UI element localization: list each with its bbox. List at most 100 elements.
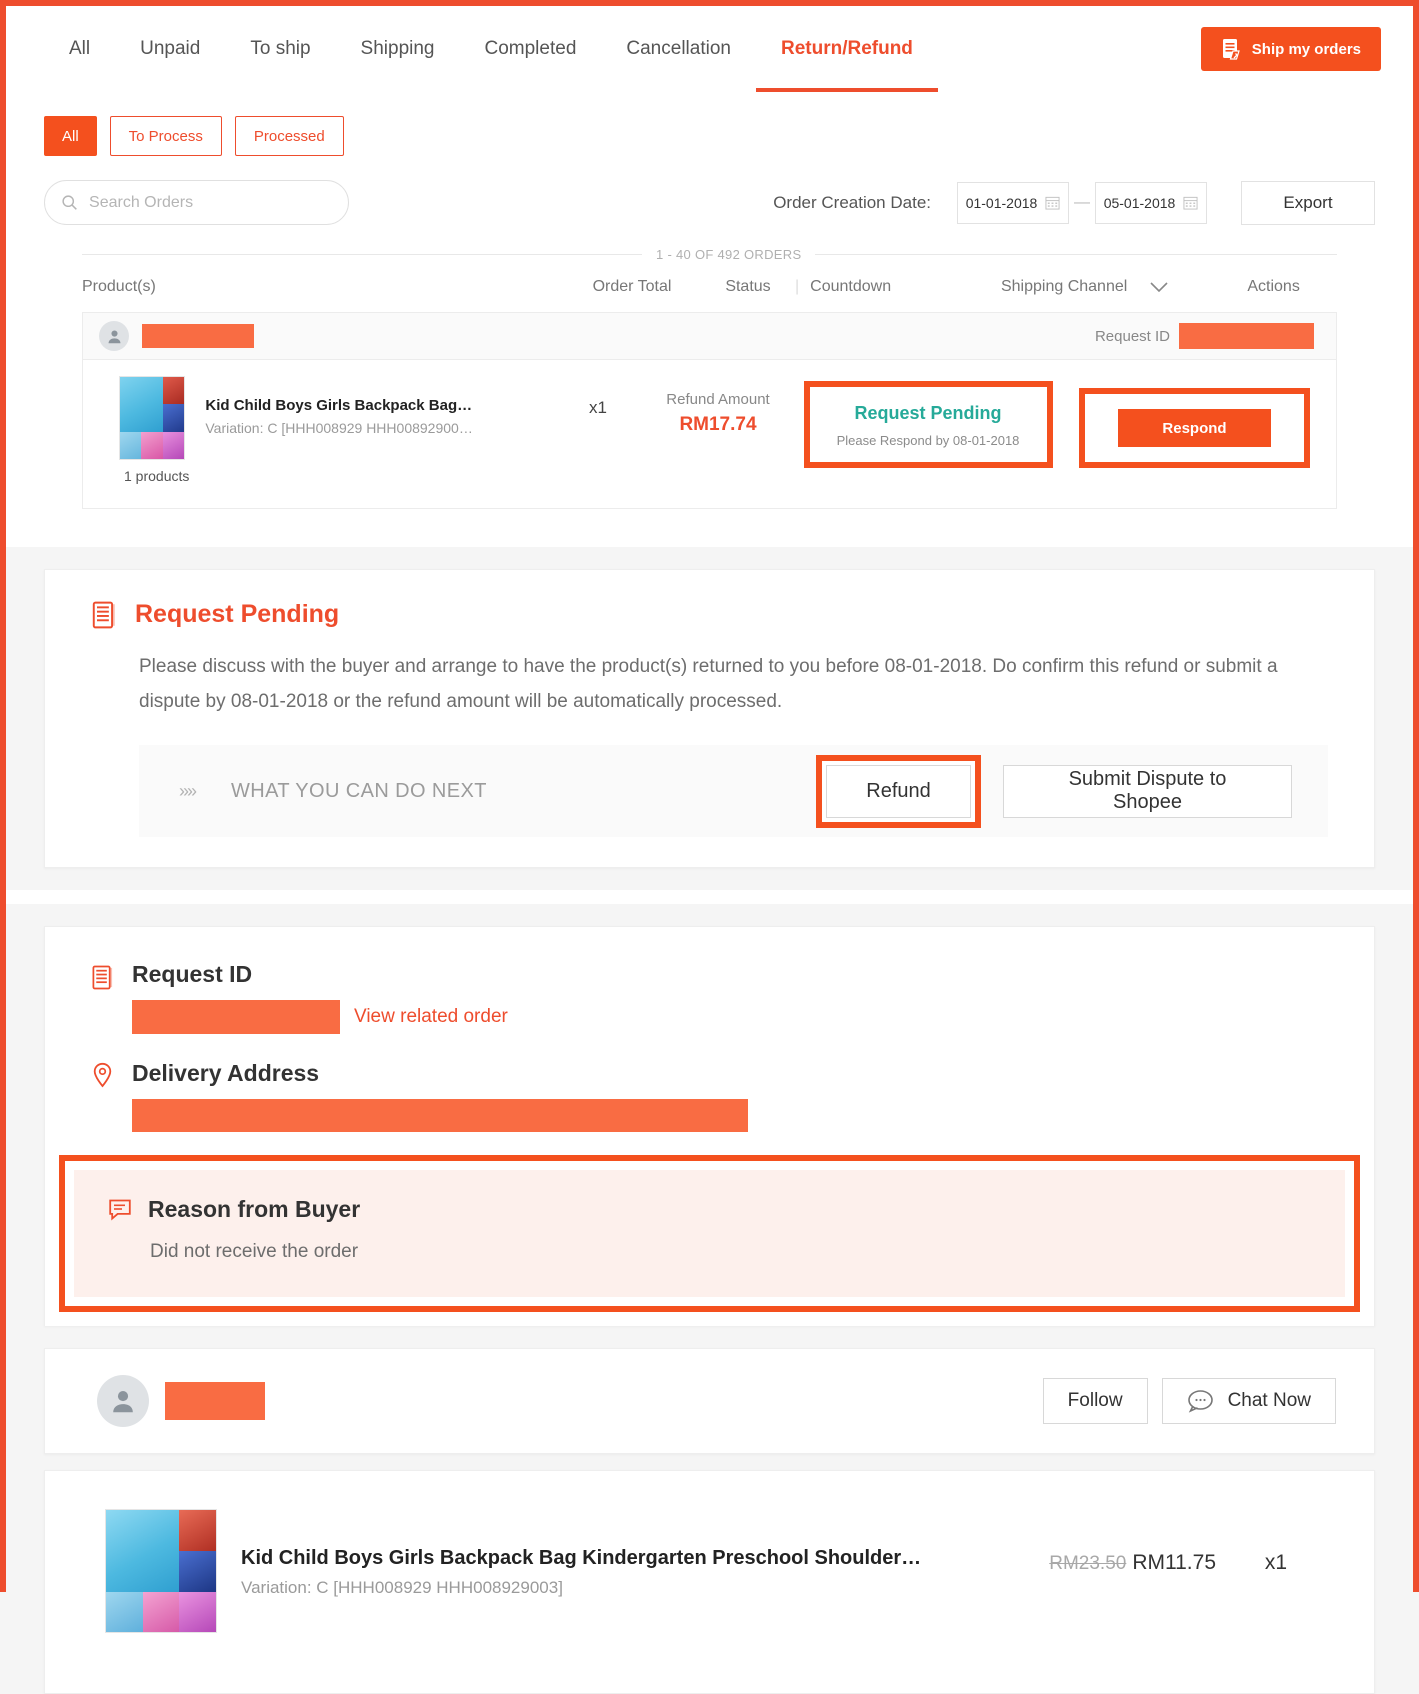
order-count-text: 1 - 40 OF 492 ORDERS: [656, 247, 802, 262]
date-to-field[interactable]: 05-01-2018: [1095, 181, 1207, 224]
delivery-address-block: Delivery Address: [132, 1060, 748, 1137]
product-price: RM11.75: [1132, 1551, 1216, 1575]
chevron-down-icon[interactable]: [1149, 281, 1169, 293]
column-shipping-channel[interactable]: Shipping Channel: [960, 278, 1210, 296]
submit-dispute-label: Submit Dispute to Shopee: [1068, 768, 1227, 814]
thumb-cell: [120, 377, 163, 432]
tab-label: Cancellation: [626, 38, 731, 59]
filter-pill-all[interactable]: All: [44, 116, 97, 156]
request-pending-zone: Request Pending Please discuss with the …: [6, 547, 1413, 891]
tab-label: To ship: [250, 38, 311, 59]
order-table-header: Product(s) Order Total Status | Countdow…: [44, 262, 1375, 312]
reason-text: Did not receive the order: [150, 1241, 359, 1263]
tab-unpaid[interactable]: Unpaid: [115, 6, 225, 92]
chat-bubble-icon: [109, 1199, 131, 1221]
order-status-cell: Request Pending Please Respond by 08-01-…: [803, 376, 1053, 468]
refund-button[interactable]: Refund: [826, 764, 971, 818]
refund-amount-label: Refund Amount: [666, 391, 770, 408]
filter-pill-label: To Process: [128, 127, 203, 145]
chat-now-label: Chat Now: [1227, 1390, 1311, 1412]
order-actions-cell: Respond: [1053, 376, 1336, 468]
document-list-icon: [92, 601, 115, 628]
respond-button-wrap: Respond: [1085, 394, 1304, 462]
avatar: [97, 1375, 149, 1428]
date-from-value: 01-01-2018: [965, 194, 1038, 211]
filter-pill-processed[interactable]: Processed: [234, 116, 344, 156]
tab-label: All: [69, 38, 91, 59]
panel-bottom-spacer: [44, 509, 1375, 533]
submit-dispute-button[interactable]: Submit Dispute to Shopee: [1003, 764, 1292, 818]
respond-label: Respond: [1162, 419, 1227, 437]
delivery-address-row: Delivery Address: [91, 1060, 1328, 1137]
product-row: Kid Child Boys Girls Backpack Bag Kinder…: [45, 1471, 1374, 1693]
column-products: Product(s): [82, 278, 156, 295]
search-orders-box[interactable]: [44, 180, 349, 225]
thumb-cell: [179, 1591, 216, 1633]
column-status: Status: [725, 278, 771, 295]
tab-to-ship[interactable]: To ship: [225, 6, 335, 92]
request-id-title: Request ID: [132, 961, 253, 988]
order-quantity: x1: [589, 398, 607, 417]
status-badge: Request Pending Please Respond by 08-01-…: [810, 387, 1047, 462]
order-request-id-label: Request ID: [1094, 327, 1170, 345]
tab-label: Completed: [484, 38, 577, 59]
status-badge-title: Request Pending: [854, 403, 1002, 423]
order-product-text: Kid Child Boys Girls Backpack Bag… Varia…: [205, 376, 472, 484]
tab-all[interactable]: All: [44, 6, 115, 92]
refund-amount-value: RM17.74: [679, 414, 757, 435]
tab-shipping[interactable]: Shipping: [336, 6, 460, 92]
document-icon: [1222, 39, 1240, 60]
order-product-name: Kid Child Boys Girls Backpack Bag…: [205, 397, 473, 414]
filter-pill-label: Processed: [253, 127, 325, 145]
thumb-cell: [106, 1510, 180, 1592]
product-name: Kid Child Boys Girls Backpack Bag Kinder…: [241, 1547, 922, 1570]
column-separator: |: [795, 278, 800, 295]
tab-cancellation[interactable]: Cancellation: [601, 6, 756, 92]
details-card-bottom-spacer: [45, 1312, 1374, 1327]
search-and-date-row: Order Creation Date: 01-01-2018 — 05-01-…: [44, 180, 1375, 225]
order-request-id-redacted: [1179, 323, 1314, 349]
date-from-field[interactable]: 01-01-2018: [957, 181, 1069, 224]
tab-label: Shipping: [360, 38, 435, 59]
calendar-icon: [1183, 196, 1198, 210]
person-icon: [113, 1391, 133, 1413]
ship-my-orders-button[interactable]: Ship my orders: [1200, 27, 1381, 71]
delivery-address-title: Delivery Address: [132, 1060, 320, 1087]
thumb-cell: [162, 431, 184, 459]
view-related-order-link[interactable]: View related order: [354, 1006, 508, 1028]
order-product-thumb-wrap: 1 products: [119, 376, 189, 484]
tab-label: Return/Refund: [780, 38, 913, 59]
column-shipping-channel-label: Shipping Channel: [1000, 278, 1128, 295]
section-gap: [6, 533, 1413, 547]
divider-right: [815, 254, 1337, 255]
tab-completed[interactable]: Completed: [460, 6, 602, 92]
ship-my-orders-label: Ship my orders: [1251, 40, 1361, 58]
chat-now-button[interactable]: Chat Now: [1161, 1378, 1336, 1425]
reason-highlight-box: Reason from Buyer Did not receive the or…: [59, 1155, 1360, 1313]
filter-panel: All To Process Processed Order Creation …: [6, 92, 1413, 533]
buyer-zone: Follow Chat Now: [6, 1348, 1413, 1471]
thumb-cell: [141, 431, 163, 459]
thumb-cell: [142, 1591, 180, 1633]
date-to-value: 05-01-2018: [1103, 194, 1176, 211]
buyer-name-redacted: [142, 324, 254, 348]
what-you-can-do-next-bar: »» WHAT YOU CAN DO NEXT Refund Submit Di…: [139, 745, 1328, 838]
refund-button-label: Refund: [866, 779, 931, 802]
reason-from-buyer-box: Reason from Buyer Did not receive the or…: [74, 1170, 1345, 1298]
search-input[interactable]: [89, 193, 332, 212]
buyer-card: Follow Chat Now: [44, 1348, 1375, 1455]
product-info: Kid Child Boys Girls Backpack Bag Kinder…: [217, 1509, 1049, 1598]
follow-button[interactable]: Follow: [1042, 1378, 1148, 1425]
export-button[interactable]: Export: [1241, 180, 1375, 225]
tab-return-refund[interactable]: Return/Refund: [755, 6, 938, 92]
product-quantity: x1: [1264, 1551, 1288, 1575]
product-zone: Kid Child Boys Girls Backpack Bag Kinder…: [6, 1470, 1413, 1694]
tab-label: Unpaid: [140, 38, 201, 59]
respond-button[interactable]: Respond: [1118, 409, 1271, 447]
what-you-can-do-next-label: WHAT YOU CAN DO NEXT: [231, 779, 487, 802]
filter-pill-to-process[interactable]: To Process: [109, 116, 222, 156]
delivery-address-redacted: [132, 1099, 748, 1133]
order-product-variation: Variation: C [HHH008929 HHH00892900…: [205, 420, 473, 437]
chat-icon: [1187, 1390, 1213, 1413]
order-tab-bar: All Unpaid To ship Shipping Completed Ca…: [6, 6, 1413, 92]
